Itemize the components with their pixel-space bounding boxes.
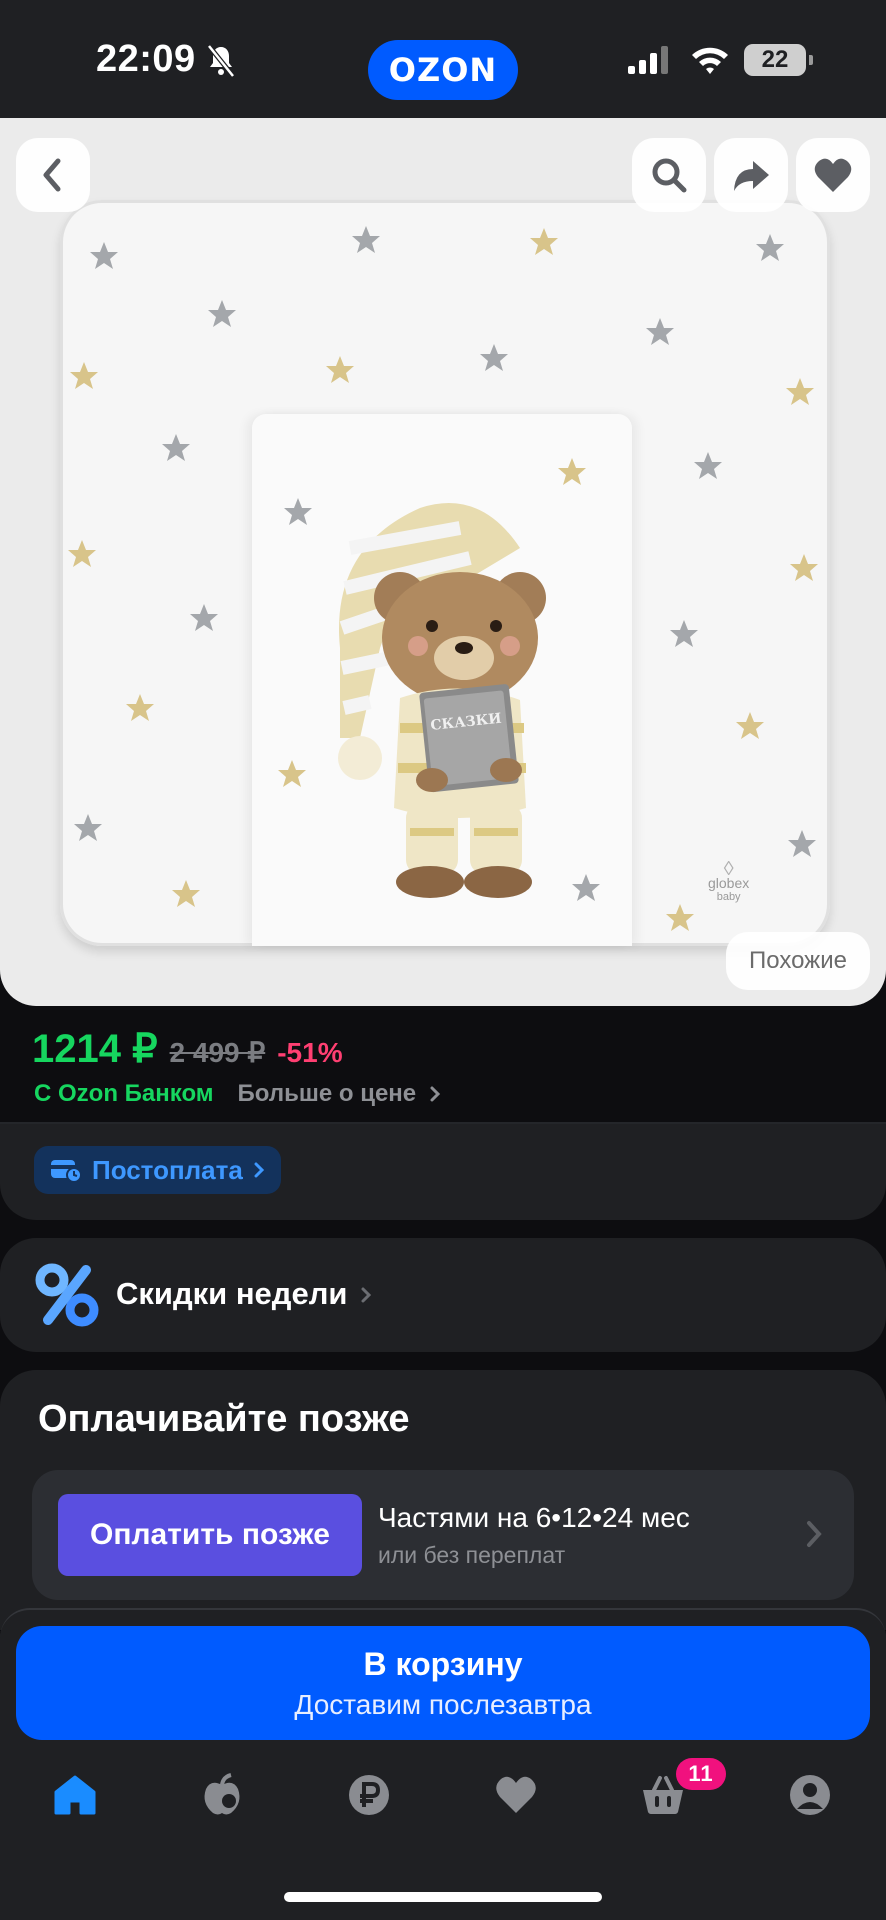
cellular-signal-icon (628, 46, 668, 74)
pay-later-title: Оплачивайте позже (38, 1398, 410, 1440)
tab-fresh[interactable] (197, 1770, 247, 1820)
wifi-icon (692, 47, 728, 74)
status-time: 22:09 (96, 38, 196, 80)
installments-text: Частями на 6•12•24 мес (378, 1502, 690, 1533)
weekly-discounts-text: Скидки недели (116, 1276, 348, 1311)
current-price: 1214 ₽ (32, 1027, 158, 1071)
heart-icon (814, 158, 852, 192)
installments-subtext: или без переплат (378, 1542, 566, 1568)
favorite-button[interactable] (796, 138, 870, 212)
search-icon (652, 158, 687, 193)
chevron-right-icon (254, 1162, 264, 1178)
add-to-cart-button[interactable]: В корзину Доставим послезавтра (16, 1626, 870, 1740)
teddy-bear-illustration: СКАЗКИ (338, 503, 546, 898)
pay-later-offer[interactable]: Оплатить позже Частями на 6•12•24 мес ил… (32, 1470, 854, 1600)
more-about-price-link[interactable]: Больше о цене (238, 1080, 441, 1108)
postpay-label: Постоплата (92, 1154, 243, 1185)
chevron-right-icon (361, 1287, 372, 1303)
postpay-section: Постоплата (0, 1124, 886, 1220)
battery-indicator: 22 (744, 44, 813, 76)
pay-later-button[interactable]: Оплатить позже (58, 1494, 362, 1576)
status-bar: 22:09 OZON 22 (0, 0, 886, 118)
postpay-button[interactable]: Постоплата (34, 1146, 281, 1194)
brand-sub: baby (716, 891, 741, 903)
apple-icon (204, 1773, 240, 1815)
weekly-discounts-label: Скидки недели (116, 1276, 372, 1312)
discount-percent: -51% (277, 1037, 343, 1068)
wallet-clock-icon (51, 1160, 82, 1183)
bank-row: С Ozon Банком Больше о цене (34, 1080, 441, 1108)
heart-icon (496, 1776, 536, 1813)
tab-home[interactable] (50, 1770, 100, 1820)
ruble-icon (349, 1775, 389, 1815)
tab-favorites[interactable] (491, 1770, 541, 1820)
chevron-left-icon (43, 158, 61, 192)
home-indicator[interactable] (284, 1892, 602, 1902)
pay-later-card: Оплачивайте позже Оплатить позже Частями… (0, 1370, 886, 1630)
share-icon (734, 161, 769, 191)
percent-icon (35, 1263, 99, 1327)
weekly-discounts-card[interactable]: Скидки недели (0, 1238, 886, 1352)
tab-finance[interactable] (344, 1770, 394, 1820)
tab-bar (0, 1770, 886, 1830)
more-about-price-label: Больше о цене (237, 1080, 417, 1107)
ozon-bank-label[interactable]: С Ozon Банком (34, 1080, 214, 1108)
profile-icon (790, 1775, 830, 1815)
add-to-cart-label: В корзину (363, 1646, 523, 1682)
price-row: 1214 ₽ 2 499 ₽ -51% (32, 1026, 343, 1072)
share-button[interactable] (714, 138, 788, 212)
tab-profile[interactable] (785, 1770, 835, 1820)
cart-panel: В корзину Доставим послезавтра (0, 1608, 886, 1920)
old-price: 2 499 ₽ (169, 1037, 266, 1068)
cart-count-badge: 11 (676, 1758, 726, 1790)
chevron-right-icon (807, 1521, 822, 1547)
delivery-label: Доставим послезавтра (294, 1689, 592, 1720)
bell-muted-icon (207, 44, 235, 78)
search-button[interactable] (632, 138, 706, 212)
similar-button[interactable]: Похожие (726, 932, 870, 990)
chevron-right-icon (430, 1086, 440, 1102)
back-button[interactable] (16, 138, 90, 212)
brand-watermark: ◊ globex baby (708, 858, 750, 903)
product-image[interactable]: СКАЗКИ ◊ globex baby Похожие (0, 118, 886, 1006)
ozon-logo[interactable]: OZON (368, 40, 518, 100)
brand-name: globex (708, 875, 750, 891)
home-icon (54, 1775, 96, 1815)
